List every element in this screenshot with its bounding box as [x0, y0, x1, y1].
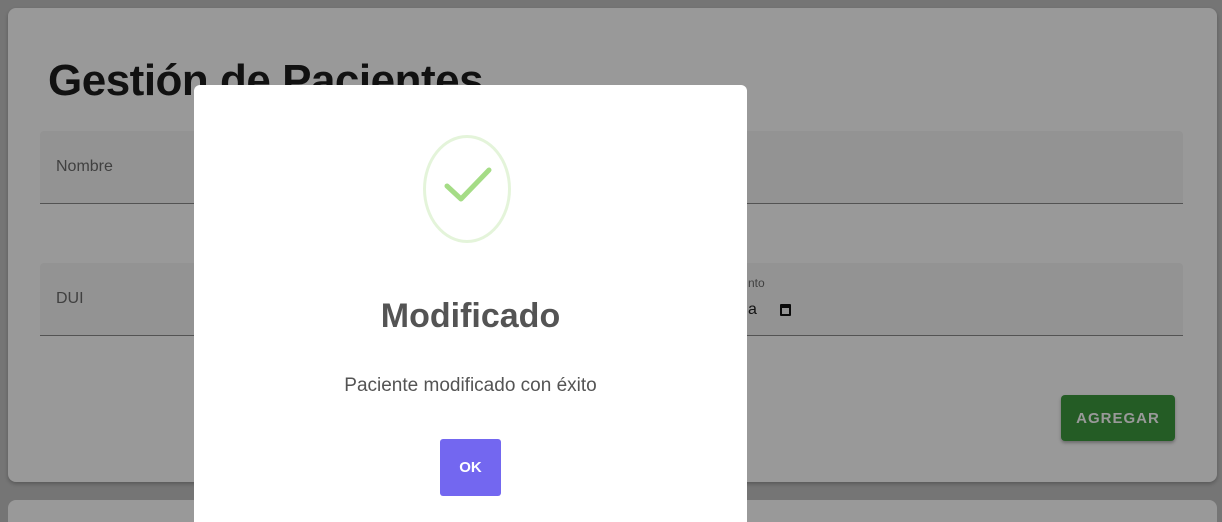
page: Gestión de Pacientes Nombre DUI nto a AG…: [0, 0, 1222, 522]
success-check-icon: [423, 135, 511, 243]
ok-button[interactable]: OK: [440, 439, 501, 496]
success-dialog: Modificado Paciente modificado con éxito…: [194, 85, 747, 522]
dialog-title: Modificado: [380, 297, 561, 335]
dialog-message: Paciente modificado con éxito: [344, 375, 597, 396]
